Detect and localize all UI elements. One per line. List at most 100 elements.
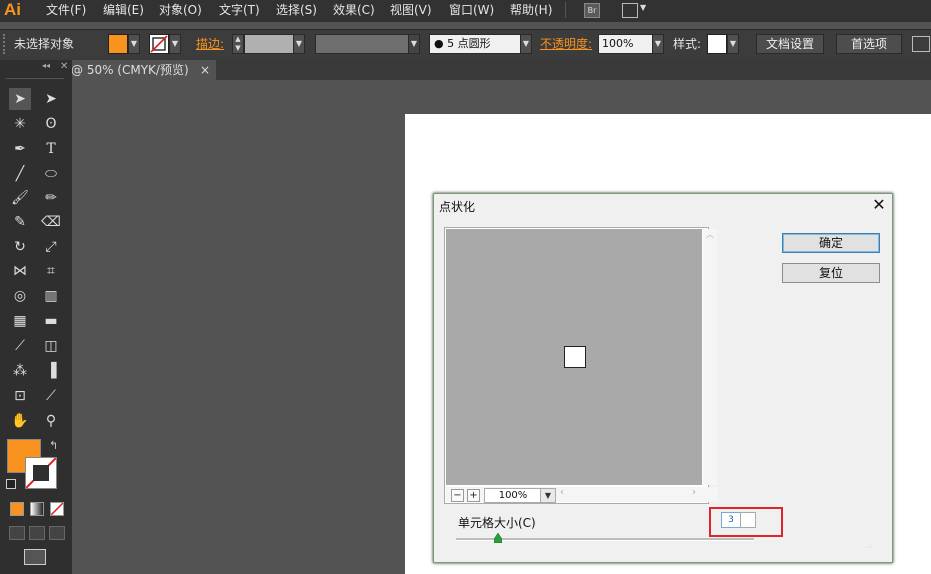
blend-tool-icon[interactable]: ◫ [40, 335, 62, 357]
eyedropper-tool-icon[interactable]: ⟋ [9, 335, 31, 357]
chevron-down-icon[interactable]: ▼ [128, 34, 140, 54]
menu-window[interactable]: 窗口(W) [449, 0, 494, 20]
preferences-button[interactable]: 首选项 [836, 34, 902, 54]
horizontal-scrollbar[interactable]: − + 100% ▼ ‹ › [446, 487, 718, 503]
preview-pane[interactable]: ︿ − + 100% ▼ ‹ › [444, 227, 718, 504]
menu-select[interactable]: 选择(S) [276, 0, 317, 20]
resize-grip-icon[interactable]: ∴ [868, 542, 872, 550]
stroke-link[interactable]: 描边: [196, 34, 224, 54]
zoom-in-button[interactable]: + [467, 489, 480, 502]
perspective-grid-tool-icon[interactable]: ▥ [40, 285, 62, 307]
chevron-down-icon[interactable]: ▼ [408, 34, 420, 54]
none-mode-icon[interactable] [50, 502, 64, 516]
menu-type[interactable]: 文字(T) [219, 0, 260, 20]
menu-file[interactable]: 文件(F) [46, 0, 86, 20]
shape-builder-tool-icon[interactable]: ◎ [9, 285, 31, 307]
scale-tool-icon[interactable]: ⤢ [40, 236, 62, 258]
pen-tool-icon[interactable]: ✒ [9, 138, 31, 160]
slider-triangle-icon [493, 532, 502, 544]
menu-object[interactable]: 对象(O) [159, 0, 202, 20]
column-graph-tool-icon[interactable]: ▐ [40, 360, 62, 382]
zoom-field[interactable]: 100% [484, 488, 542, 503]
close-icon[interactable]: × [200, 60, 210, 80]
opacity-field[interactable]: 100% [598, 34, 655, 54]
chevron-up-icon[interactable]: ︿ [703, 229, 717, 240]
chevron-down-icon[interactable]: ▼ [727, 34, 739, 54]
swap-colors-icon[interactable]: ↰ [49, 439, 58, 452]
reset-button[interactable]: 复位 [782, 263, 880, 283]
draw-inside-icon[interactable] [49, 526, 65, 540]
draw-normal-icon[interactable] [9, 526, 25, 540]
dialog-title: 点状化 [439, 200, 476, 214]
gradient-tool-icon[interactable]: ▬ [40, 310, 62, 332]
line-tool-icon[interactable]: ╱ [9, 163, 31, 185]
zoom-out-button[interactable]: − [451, 489, 464, 502]
brush-definition[interactable]: ● 5 点圆形 [429, 34, 521, 54]
stroke-weight-field[interactable] [244, 34, 294, 54]
fill-swatch[interactable] [108, 34, 128, 54]
grip-icon[interactable] [3, 34, 7, 54]
color-mode-icon[interactable] [10, 502, 24, 516]
stroke-swatch[interactable] [149, 34, 169, 54]
preview-image[interactable] [446, 229, 702, 485]
chevron-down-icon[interactable]: ▼ [640, 3, 646, 12]
hand-tool-icon[interactable]: ✋ [9, 410, 31, 432]
document-setup-button[interactable]: 文档设置 [756, 34, 824, 54]
vertical-scrollbar[interactable]: ︿ [703, 229, 717, 485]
collapse-icon[interactable]: ◂◂ [42, 61, 50, 70]
magic-wand-tool-icon[interactable]: ✳ [9, 113, 31, 135]
gradient-mode-icon[interactable] [30, 502, 44, 516]
stroke-stepper[interactable]: ▲ ▼ [232, 34, 244, 54]
document-tab[interactable]: @ 50% (CMYK/预览) × [68, 60, 216, 80]
chevron-down-icon[interactable]: ▼ [652, 34, 664, 54]
cell-size-field[interactable]: 3 [721, 512, 741, 528]
ok-button[interactable]: 确定 [782, 233, 880, 253]
rotate-tool-icon[interactable]: ↻ [9, 236, 31, 258]
menu-help[interactable]: 帮助(H) [510, 0, 552, 20]
chevron-down-icon[interactable]: ▼ [520, 34, 532, 54]
stroke-color-box[interactable] [25, 457, 57, 489]
selection-tool-icon[interactable]: ➤ [9, 88, 31, 110]
screen-mode-icon[interactable] [24, 549, 46, 565]
variable-width-profile[interactable] [315, 34, 409, 54]
bridge-icon[interactable]: Br [584, 3, 600, 18]
style-swatch[interactable] [707, 34, 727, 54]
eraser-tool-icon[interactable]: ⌫ [40, 211, 62, 233]
close-icon[interactable]: ✕ [870, 196, 888, 214]
chevron-right-icon[interactable]: › [692, 487, 696, 498]
menu-separator [565, 2, 566, 18]
symbol-sprayer-tool-icon[interactable]: ⁂ [9, 360, 31, 382]
zoom-tool-icon[interactable]: ⚲ [40, 410, 62, 432]
cell-size-slider-thumb[interactable] [493, 532, 502, 544]
menu-effect[interactable]: 效果(C) [333, 0, 375, 20]
close-icon[interactable]: ✕ [60, 61, 68, 72]
cell-size-unit-field [740, 512, 756, 528]
slice-tool-icon[interactable]: ⟋ [40, 385, 62, 407]
chevron-down-icon[interactable]: ▼ [293, 34, 305, 54]
artboard-tool-icon[interactable]: ⊡ [9, 385, 31, 407]
pencil-tool-icon[interactable]: ✏ [40, 187, 62, 209]
brush-dot-icon: ● [434, 37, 444, 50]
mesh-tool-icon[interactable]: ▦ [9, 310, 31, 332]
opacity-link[interactable]: 不透明度: [540, 34, 592, 54]
menu-edit[interactable]: 编辑(E) [103, 0, 144, 20]
blob-brush-tool-icon[interactable]: ✎ [9, 211, 31, 233]
panel-menu-icon[interactable] [912, 36, 930, 52]
width-tool-icon[interactable]: ⋈ [9, 260, 31, 282]
workspace-icon[interactable] [622, 3, 638, 18]
draw-behind-icon[interactable] [29, 526, 45, 540]
lasso-tool-icon[interactable]: ʘ [40, 113, 62, 135]
chevron-left-icon[interactable]: ‹ [560, 487, 564, 498]
free-transform-tool-icon[interactable]: ⌗ [40, 260, 62, 282]
chevron-down-icon[interactable]: ▼ [169, 34, 181, 54]
ellipse-tool-icon[interactable]: ⬭ [40, 163, 62, 185]
direct-selection-tool-icon[interactable]: ➤ [40, 88, 62, 110]
menu-view[interactable]: 视图(V) [390, 0, 432, 20]
no-fill-icon [50, 502, 64, 516]
menu-bar: Ai 文件(F) 编辑(E) 对象(O) 文字(T) 选择(S) 效果(C) 视… [0, 0, 931, 22]
default-colors-icon[interactable] [6, 479, 16, 489]
control-bar: 未选择对象 ▼ ▼ 描边: ▲ ▼ ▼ ▼ ● 5 点圆形 ▼ 不透明度: 100… [0, 29, 931, 59]
chevron-down-icon[interactable]: ▼ [540, 488, 556, 503]
paintbrush-tool-icon[interactable]: 🖌 [9, 187, 31, 209]
type-tool-icon[interactable]: T [40, 138, 62, 160]
